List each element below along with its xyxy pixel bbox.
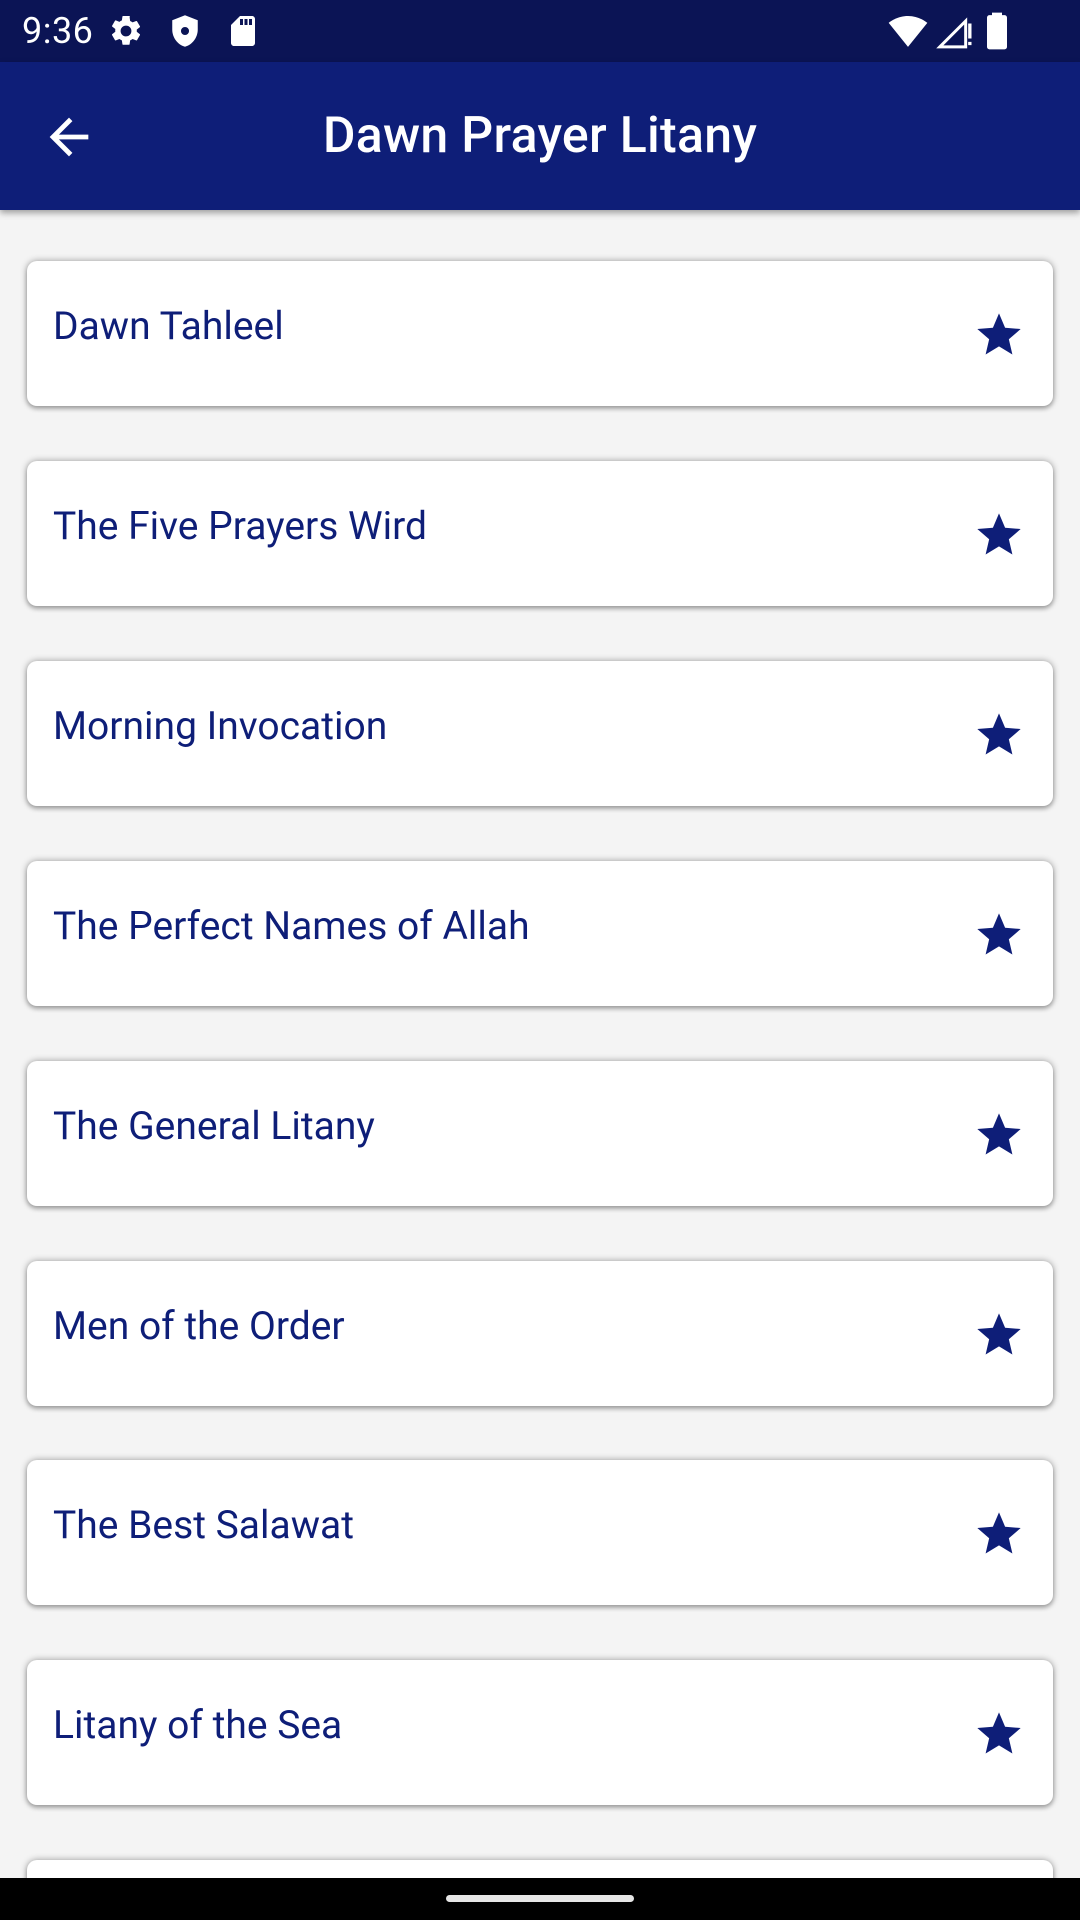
list-item[interactable]: Litany of the Sea xyxy=(27,1660,1053,1805)
list-item[interactable]: The Perfect Names of Allah xyxy=(27,861,1053,1006)
star-icon xyxy=(977,313,1021,355)
list-item[interactable]: The Best Salawat xyxy=(27,1460,1053,1605)
sd-card-icon xyxy=(231,16,255,46)
app-bar: Dawn Prayer Litany xyxy=(0,62,1080,210)
list-item-label: Men of the Order xyxy=(53,1303,345,1349)
page-title: Dawn Prayer Litany xyxy=(322,107,758,165)
favorite-button[interactable] xyxy=(973,1508,1025,1560)
status-bar: 9:36 xyxy=(0,0,1080,62)
favorite-button[interactable] xyxy=(973,309,1025,361)
wifi-icon xyxy=(888,16,928,47)
favorite-button[interactable] xyxy=(973,509,1025,561)
litany-list[interactable]: Dawn Tahleel The Five Prayers Wird Morni… xyxy=(0,210,1080,1878)
favorite-button[interactable] xyxy=(973,1708,1025,1760)
cell-signal-icon xyxy=(936,17,972,49)
list-item-label: Morning Invocation xyxy=(53,703,388,749)
home-handle[interactable] xyxy=(446,1895,634,1902)
list-item[interactable] xyxy=(27,1860,1053,1878)
star-icon xyxy=(977,1113,1021,1155)
list-item-label: The Perfect Names of Allah xyxy=(53,903,530,949)
list-item[interactable]: Morning Invocation xyxy=(27,661,1053,806)
battery-icon xyxy=(987,12,1007,50)
list-item[interactable]: Men of the Order xyxy=(27,1261,1053,1406)
settings-icon xyxy=(112,15,141,45)
star-icon xyxy=(977,1512,1021,1554)
star-icon xyxy=(977,1712,1021,1754)
star-icon xyxy=(977,1313,1021,1355)
system-nav-bar xyxy=(0,1878,1080,1920)
star-icon xyxy=(977,713,1021,755)
favorite-button[interactable] xyxy=(973,909,1025,961)
list-item-label: The Five Prayers Wird xyxy=(53,503,427,549)
star-icon xyxy=(977,513,1021,555)
list-item-label: Litany of the Sea xyxy=(53,1702,343,1748)
list-item-label: The General Litany xyxy=(53,1103,375,1149)
list-item[interactable]: Dawn Tahleel xyxy=(27,261,1053,406)
favorite-button[interactable] xyxy=(973,709,1025,761)
favorite-button[interactable] xyxy=(973,1109,1025,1161)
star-icon xyxy=(977,913,1021,955)
status-time: 9:36 xyxy=(22,10,94,52)
shield-icon xyxy=(172,15,198,47)
list-item-label: The Best Salawat xyxy=(53,1502,354,1548)
list-item-label: Dawn Tahleel xyxy=(53,303,284,349)
list-item[interactable]: The General Litany xyxy=(27,1061,1053,1206)
favorite-button[interactable] xyxy=(973,1309,1025,1361)
list-item[interactable]: The Five Prayers Wird xyxy=(27,461,1053,606)
